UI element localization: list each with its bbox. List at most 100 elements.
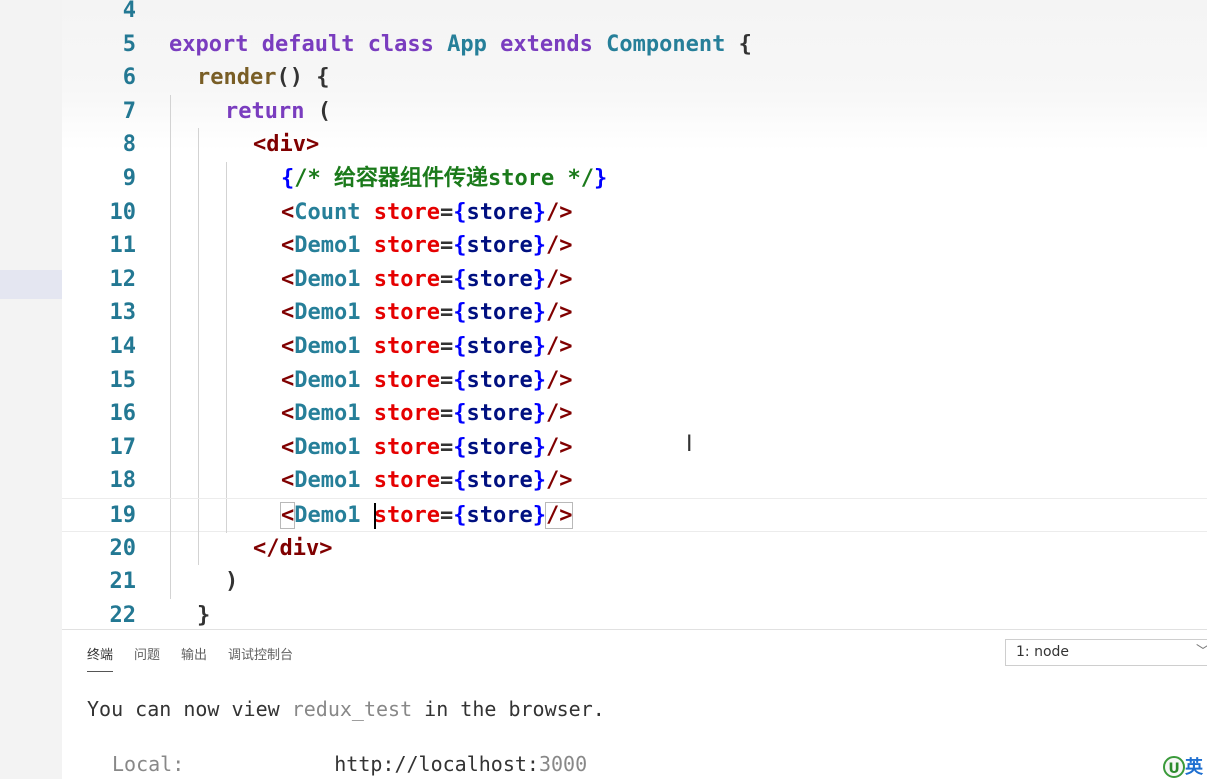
code-line[interactable]: 13 <Demo1 store={store}/> — [62, 296, 1207, 330]
code-token: store — [466, 199, 533, 225]
code-token: store — [373, 367, 440, 393]
code-line[interactable]: 14 <Demo1 store={store}/> — [62, 330, 1207, 364]
code-text: {/* 给容器组件传递store */} — [281, 162, 607, 196]
indent-guide — [170, 531, 171, 566]
code-token: store — [466, 401, 533, 427]
code-token: store — [466, 266, 533, 292]
code-token: /> — [545, 434, 573, 460]
code-token: ( — [317, 98, 331, 124]
code-token: < — [281, 199, 295, 225]
code-line[interactable]: 11 <Demo1 store={store}/> — [62, 229, 1207, 263]
code-token: } — [532, 401, 546, 427]
tab-problems[interactable]: 问题 — [134, 644, 160, 671]
code-line[interactable]: 17 <Demo1 store={store}/> — [62, 430, 1207, 465]
indent-guide — [170, 330, 171, 364]
code-text: <Count store={store}/> — [281, 196, 572, 230]
local-port: 3000 — [538, 752, 588, 776]
indent-guide — [198, 195, 199, 230]
line-number: 22 — [109, 602, 137, 628]
tab-debug-console[interactable]: 调试控制台 — [228, 644, 293, 671]
code-line[interactable]: 10 <Count store={store}/> — [62, 195, 1207, 230]
code-token: /> — [545, 468, 573, 494]
terminal-select-value: 1: node — [1016, 644, 1070, 660]
code-line[interactable]: 20 </div> — [62, 531, 1207, 566]
ime-indicator[interactable]: U英 — [1163, 753, 1207, 779]
code-token: Demo1 — [294, 468, 374, 494]
code-line[interactable]: 16 <Demo1 store={store}/> — [62, 397, 1207, 431]
code-token: } — [197, 602, 211, 628]
code-line[interactable]: 22} — [62, 599, 1207, 629]
indent-guide — [170, 195, 171, 230]
code-text: <Demo1 store={store}/> — [281, 330, 572, 364]
code-line[interactable]: 9 {/* 给容器组件传递store */} — [62, 162, 1207, 196]
indent-guide — [170, 229, 171, 263]
line-number: 4 — [122, 0, 136, 23]
local-url[interactable]: http://localhost: — [334, 752, 539, 776]
indent-guide — [198, 296, 199, 330]
code-token: /> — [544, 502, 574, 529]
code-token: store — [373, 233, 440, 259]
code-token: /> — [545, 334, 573, 359]
code-line[interactable]: 21) — [62, 565, 1207, 599]
code-line[interactable]: 12 <Demo1 store={store}/> — [62, 262, 1207, 297]
code-token: < — [281, 468, 295, 494]
code-token: Demo1 — [294, 401, 374, 427]
code-token: <div> — [253, 132, 320, 158]
code-token: < — [281, 233, 295, 259]
code-token: return — [225, 98, 318, 124]
line-number: 19 — [109, 503, 137, 528]
code-line[interactable]: 5 export default class App extends Compon… — [62, 28, 1207, 62]
code-text: <Demo1 store={store}/> — [281, 263, 572, 297]
code-token: Component — [606, 31, 739, 57]
code-text: <Demo1 store={store}/> — [281, 397, 572, 431]
code-text: return ( — [225, 95, 331, 129]
indent-guide — [226, 162, 227, 196]
code-token: /> — [545, 199, 573, 225]
code-token: store — [373, 468, 440, 494]
code-token: { — [738, 31, 752, 57]
tab-terminal[interactable]: 终端 — [87, 644, 114, 672]
code-token: class — [367, 31, 448, 57]
code-token: = — [439, 503, 454, 528]
code-token: = — [439, 334, 454, 359]
code-token: store — [373, 266, 440, 292]
code-line[interactable]: 4 — [62, 0, 1207, 28]
indent-guide — [226, 229, 227, 263]
code-token: ) — [225, 569, 239, 595]
code-token: = — [439, 468, 454, 494]
indent-guide — [170, 94, 171, 129]
code-editor[interactable]: 4 5 export default class App extends Compo… — [62, 0, 1207, 629]
indent-guide — [170, 262, 171, 297]
code-token: { — [453, 300, 467, 326]
code-token: } — [532, 300, 546, 326]
code-line[interactable]: 15 <Demo1 store={store}/> — [62, 363, 1207, 398]
indent-guide — [170, 363, 171, 398]
local-label: Local: — [112, 752, 185, 776]
text-caret — [374, 503, 376, 529]
code-token: Demo1 — [294, 503, 374, 528]
indent-guide — [226, 430, 227, 465]
code-line[interactable]: 19 <Demo1 store={store}/> — [62, 498, 1207, 533]
code-token: { — [453, 401, 467, 427]
indent-guide — [226, 262, 227, 297]
indent-guide — [226, 397, 227, 431]
code-token: < — [279, 502, 296, 529]
indent-guide — [198, 262, 199, 297]
tab-output[interactable]: 输出 — [181, 644, 207, 671]
code-line[interactable]: 6 render() { — [62, 61, 1207, 95]
code-text: <Demo1 store={store}/> — [279, 499, 574, 533]
code-token: Demo1 — [294, 266, 374, 292]
terminal-select[interactable]: 1: node ﹀ — [1005, 639, 1207, 666]
code-line[interactable]: 18 <Demo1 store={store}/> — [62, 464, 1207, 498]
code-line[interactable]: 8 <div> — [62, 128, 1207, 162]
code-token: Demo1 — [294, 434, 374, 460]
terminal-local-line: Local: http://localhost:3000 — [112, 752, 587, 776]
code-token: store — [466, 503, 533, 528]
code-token: { — [453, 233, 467, 259]
code-token: } — [532, 503, 546, 528]
sidebar-selected-item[interactable] — [0, 270, 62, 299]
code-token: < — [281, 300, 295, 326]
code-token: } — [532, 266, 546, 292]
code-line[interactable]: 7 return ( — [62, 94, 1207, 129]
code-text: } — [197, 599, 210, 629]
